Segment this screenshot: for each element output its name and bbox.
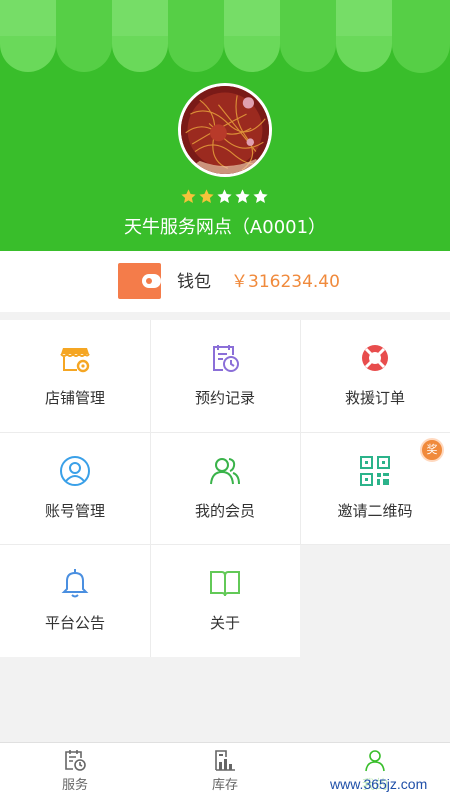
star-empty-icon [253, 189, 268, 203]
wallet-label: 钱包 [177, 272, 211, 292]
wallet-balance: ￥316234.40 [231, 272, 340, 292]
tab-label: 库存 [211, 778, 238, 793]
members-icon [210, 458, 240, 485]
user-icon [365, 750, 385, 772]
wallet-row[interactable] [0, 251, 450, 312]
watermark: www.365jz.com [327, 774, 431, 794]
awning-decoration [0, 0, 450, 73]
rating-stars [180, 188, 270, 208]
reward-badge: 奖 [420, 438, 444, 462]
menu-item-rescue-orders[interactable]: 救援订单 [300, 320, 450, 432]
star-filled-icon [181, 189, 196, 203]
shop-avatar[interactable] [178, 83, 272, 177]
avatar-image [181, 86, 269, 174]
tab-service[interactable]: 服务 [0, 743, 150, 800]
menu-item-label: 我的会员 [194, 502, 255, 520]
menu-item-appointment-records[interactable]: 预约记录 [150, 320, 300, 432]
menu-item-label: 救援订单 [344, 389, 405, 407]
menu-item-label: 关于 [209, 614, 240, 632]
menu-item-store-management[interactable]: 店铺管理 [0, 320, 150, 432]
shop-name: 天牛服务网点（A0001） [123, 217, 327, 238]
qr-code-icon [360, 456, 390, 486]
divider [0, 432, 450, 433]
star-empty-icon [235, 189, 250, 203]
menu-item-label: 店铺管理 [44, 389, 105, 407]
account-circle-icon [60, 456, 90, 486]
calendar-clock-icon [65, 750, 86, 771]
menu-item-label: 邀请二维码 [337, 502, 413, 520]
inventory-icon [215, 750, 235, 771]
menu-item-about[interactable]: 关于 [150, 545, 300, 657]
bell-icon [61, 569, 89, 598]
tab-label: 服务 [61, 778, 88, 793]
menu-item-label: 预约记录 [194, 389, 255, 407]
menu-item-my-members[interactable]: 我的会员 [150, 433, 300, 545]
menu-item-label: 账号管理 [44, 502, 105, 520]
menu-item-platform-announcements[interactable]: 平台公告 [0, 545, 150, 657]
divider [150, 320, 151, 657]
menu-item-account-management[interactable]: 账号管理 [0, 433, 150, 545]
calendar-clock-icon [213, 345, 239, 372]
wallet-icon [118, 263, 161, 299]
tab-inventory[interactable]: 库存 [150, 743, 300, 800]
lifebuoy-icon [362, 345, 388, 371]
star-filled-icon [199, 189, 214, 203]
profile-header: 天牛服务网点（A0001） [0, 0, 450, 251]
book-icon [210, 571, 240, 597]
divider [0, 544, 450, 545]
menu-item-label: 平台公告 [44, 614, 105, 632]
star-empty-icon [217, 189, 232, 203]
store-settings-icon [60, 348, 90, 373]
